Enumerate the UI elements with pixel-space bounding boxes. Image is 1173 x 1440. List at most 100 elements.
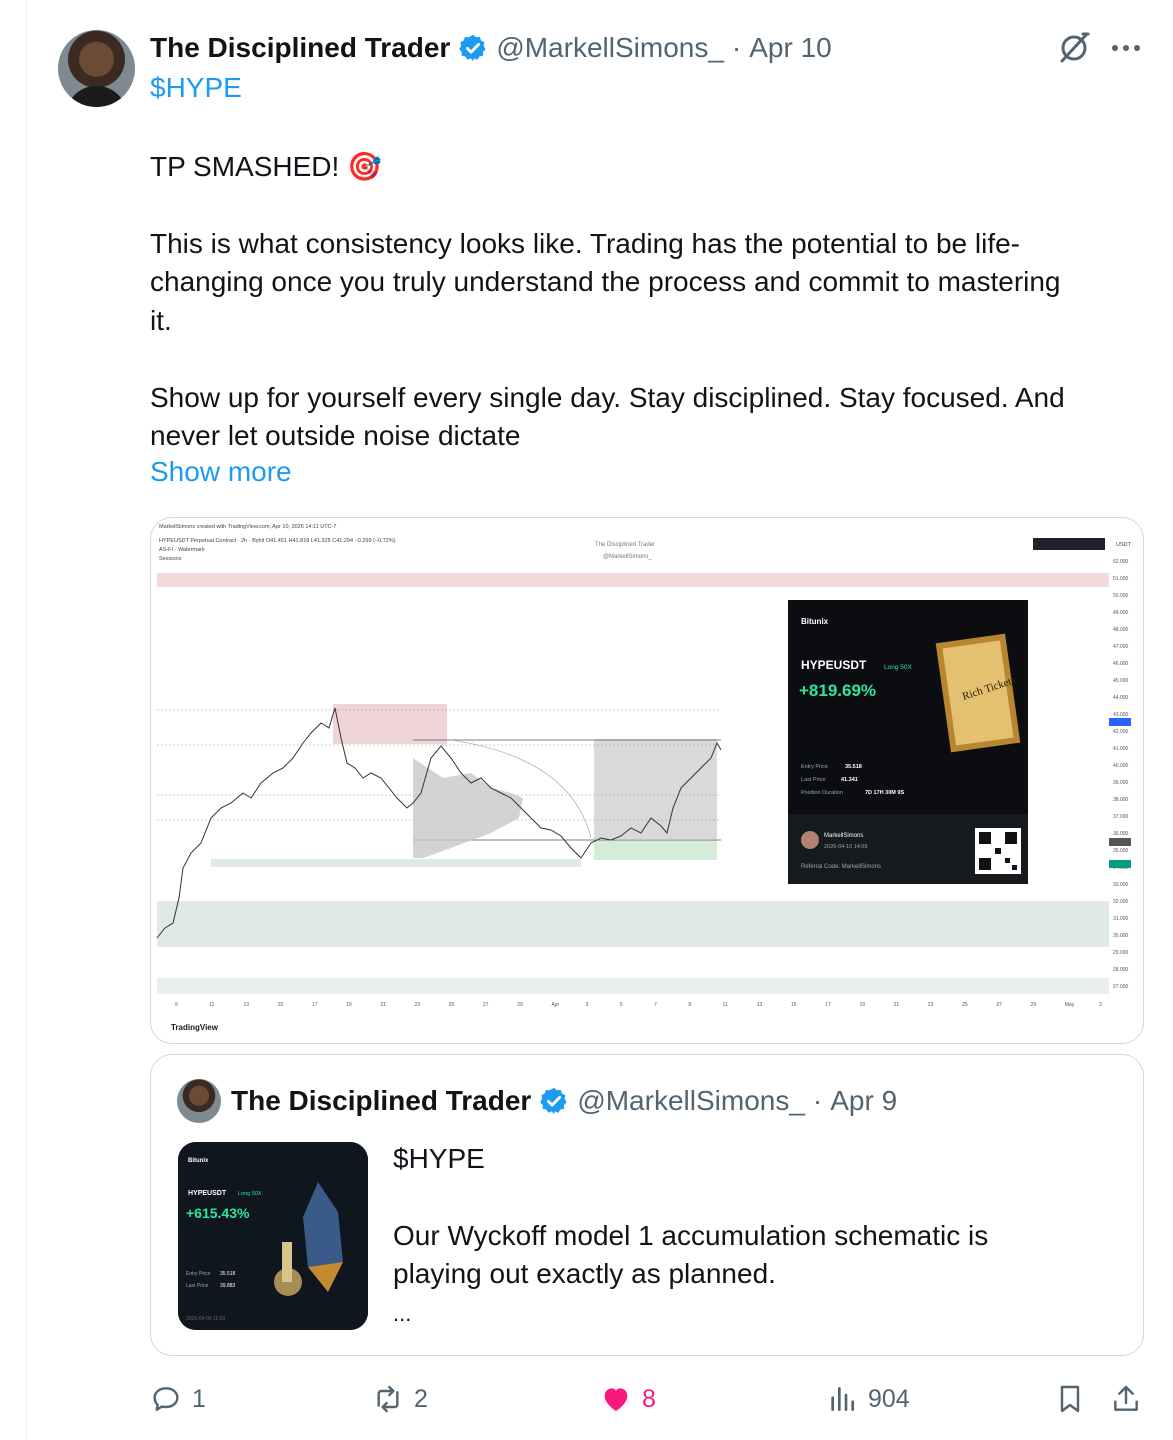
reply-icon	[153, 1387, 179, 1411]
more-options-icon[interactable]	[1108, 36, 1144, 60]
quoted-tweet[interactable]: The Disciplined Trader @MarkellSimons_ ·…	[150, 1054, 1144, 1356]
supply-zone	[157, 573, 1109, 587]
tradingview-logo: TradingView	[171, 1023, 219, 1032]
price-tick: 33.000	[1113, 882, 1129, 888]
date-tick: 19	[859, 1002, 865, 1008]
thumb-last-label: Last Price	[186, 1283, 208, 1289]
pnl-pair: HYPEUSDT	[801, 658, 867, 672]
price-tick: 43.000	[1113, 712, 1129, 718]
price-tick: 36.000	[1113, 831, 1129, 837]
repost-count: 2	[414, 1384, 428, 1413]
price-tick: 37.000	[1113, 814, 1129, 820]
thumb-exchange: Bitunix	[188, 1158, 209, 1164]
quote-thumbnail[interactable]: Bitunix HYPEUSDT Long 50X +615.43% Entry…	[178, 1142, 368, 1330]
date-tick: 19	[346, 1002, 352, 1008]
support-band	[211, 859, 581, 867]
price-tick: 45.000	[1113, 678, 1129, 684]
like-count: 8	[642, 1384, 656, 1413]
pnl-entry-label: Entry Price	[801, 764, 828, 770]
tweet-para1-line1: This is what consistency looks like. Tra…	[150, 228, 1020, 259]
quote-header: The Disciplined Trader @MarkellSimons_ ·…	[231, 1081, 897, 1121]
author-name[interactable]: The Disciplined Trader	[150, 32, 450, 64]
entry-price-tag	[1109, 838, 1131, 846]
quote-line2: playing out exactly as planned.	[393, 1258, 776, 1289]
date-tick: 23	[928, 1002, 934, 1008]
show-more-link[interactable]: Show more	[150, 456, 292, 488]
tweet-date[interactable]: Apr 10	[749, 32, 832, 64]
date-tick: 3	[1099, 1002, 1102, 1008]
pnl-timestamp: 2026-04-10 14:09	[824, 844, 867, 850]
price-tick: 49.000	[1113, 610, 1129, 616]
reply-button[interactable]: 1	[150, 1376, 206, 1422]
tweet-para2-line2: never let outside noise dictate	[150, 420, 521, 451]
bookmark-icon[interactable]	[1054, 1383, 1086, 1415]
date-tick: 25	[449, 1002, 455, 1008]
date-tick: 3	[586, 1002, 589, 1008]
cashtag-link[interactable]: $HYPE	[150, 72, 242, 104]
tweet-para1-line2: changing once you truly understand the p…	[150, 266, 1061, 297]
timeline-border	[26, 0, 27, 1440]
views-button[interactable]: 904	[826, 1376, 910, 1422]
share-icon[interactable]	[1110, 1383, 1142, 1415]
date-tick: Apr	[551, 1002, 559, 1008]
grok-icon[interactable]	[1056, 30, 1092, 66]
date-tick: 15	[278, 1002, 284, 1008]
tradingview-chart: MarkellSimons created with TradingView.c…	[156, 524, 1132, 1032]
thumb-last-value: 39.883	[220, 1283, 236, 1289]
pnl-exchange: Bitunix	[801, 617, 829, 626]
reply-count: 1	[192, 1384, 206, 1413]
chart-image[interactable]: MarkellSimons created with TradingView.c…	[150, 517, 1144, 1044]
thumb-pnl: +615.43%	[186, 1205, 250, 1221]
date-tick: 9	[688, 1002, 691, 1008]
demand-zone	[157, 901, 1109, 947]
like-button[interactable]: 8	[600, 1376, 656, 1422]
verified-badge-icon[interactable]	[458, 33, 488, 63]
price-tick: 44.000	[1113, 695, 1129, 701]
chart-toolbar	[1033, 538, 1105, 550]
chart-header-2: HYPEUSDT Perpetual Contract · 2h · Bybit…	[159, 538, 396, 544]
price-tick: 28.000	[1113, 967, 1129, 973]
thumb-position: Long 50X	[238, 1191, 262, 1197]
quote-cashtag: $HYPE	[393, 1143, 485, 1174]
price-tick: 32.000	[1113, 899, 1129, 905]
pnl-position: Long 50X	[884, 664, 912, 671]
quote-author-avatar	[177, 1079, 221, 1123]
stop-price-tag	[1109, 860, 1131, 868]
price-tick: 30.000	[1113, 933, 1129, 939]
thumb-entry-value: 35.518	[220, 1271, 236, 1277]
author-avatar[interactable]	[58, 30, 135, 107]
date-tick: 21	[380, 1002, 386, 1008]
date-tick: May	[1065, 1002, 1075, 1008]
price-tick: 50.000	[1113, 593, 1129, 599]
quote-author-handle: @MarkellSimons_	[577, 1085, 805, 1116]
date-tick: 17	[825, 1002, 831, 1008]
quote-line1: Our Wyckoff model 1 accumulation schemat…	[393, 1220, 989, 1251]
date-tick: 9	[175, 1002, 178, 1008]
volume-profile	[413, 758, 523, 858]
price-tick: 42.000	[1113, 729, 1129, 735]
price-tick: 46.000	[1113, 661, 1129, 667]
pnl-user: MarkellSimons	[824, 833, 863, 839]
price-axis: 52.000 51.000 50.000 49.000 48.000 47.000 46.0…	[1113, 559, 1129, 990]
pnl-value: +819.69%	[799, 681, 876, 700]
date-tick: 13	[757, 1002, 763, 1008]
date-tick: 29	[517, 1002, 523, 1008]
currency-label: USDT	[1116, 542, 1132, 548]
date-tick: 11	[209, 1002, 214, 1008]
price-tick: 40.000	[1113, 763, 1129, 769]
date-tick: 25	[962, 1002, 968, 1008]
date-tick: 11	[723, 1002, 728, 1008]
chart-header-4: Sessions	[159, 556, 182, 562]
pnl-entry-value: 35.518	[845, 764, 862, 770]
quote-verified-badge-icon	[540, 1087, 567, 1115]
analytics-icon	[831, 1387, 854, 1411]
tweet-header: The Disciplined Trader @MarkellSimons_ ·…	[150, 28, 832, 68]
date-tick: 27	[483, 1002, 489, 1008]
repost-button[interactable]: 2	[372, 1376, 428, 1422]
tweet-para1-line3: it.	[150, 305, 172, 336]
quote-separator-dot: ·	[812, 1085, 823, 1116]
price-tick: 47.000	[1113, 644, 1129, 650]
price-tick: 48.000	[1113, 627, 1129, 633]
author-handle[interactable]: @MarkellSimons_	[496, 32, 724, 64]
price-tick: 38.000	[1113, 797, 1129, 803]
